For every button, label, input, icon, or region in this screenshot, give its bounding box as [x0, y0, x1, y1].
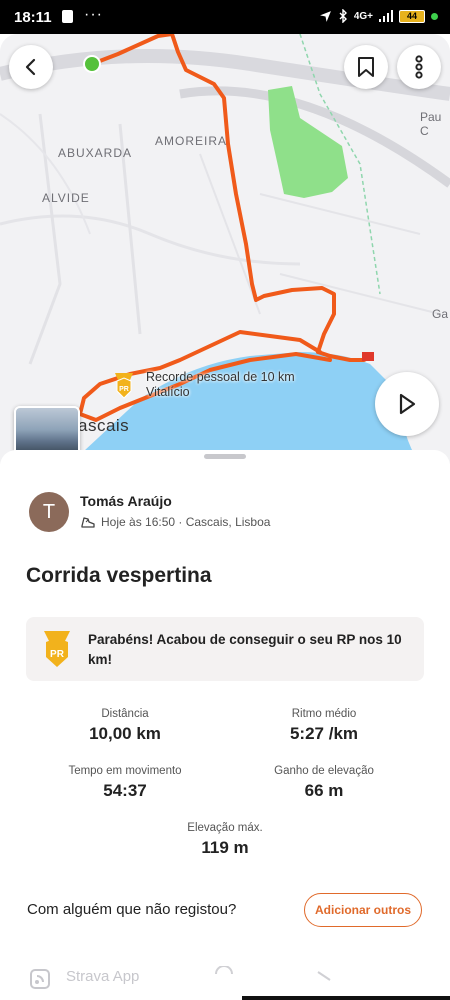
chevron-left-icon — [25, 58, 36, 76]
slash-icon — [317, 971, 331, 981]
status-time: 18:11 — [14, 9, 52, 26]
stat-value: 10,00 km — [89, 724, 161, 743]
map-label-cascais: ascais — [78, 416, 130, 435]
connected-app-icon — [30, 969, 50, 989]
stat-avg-pace: Ritmo médio 5:27 /km — [224, 708, 424, 744]
play-icon — [399, 393, 416, 415]
stat-label: Ganho de elevação — [274, 765, 374, 777]
stat-max-elevation: Elevação máx. 119 m — [125, 822, 325, 858]
map-label-abuxarda: ABUXARDA — [58, 146, 133, 160]
system-home-indicator[interactable] — [242, 996, 450, 1000]
start-marker — [83, 55, 101, 73]
network-type: 4G+ — [353, 10, 373, 22]
route-map[interactable]: AMOREIRA ABUXARDA ALVIDE Pau C Ga ascais… — [0, 34, 450, 464]
pr-achievement-banner[interactable]: PR Parabéns! Acabou de conseguir o seu R… — [26, 617, 424, 681]
unrecorded-partner-prompt: Com alguém que não registou? — [27, 901, 237, 918]
privacy-indicator-dot — [431, 12, 438, 20]
circle-icon — [215, 966, 233, 975]
device-app-name: Strava App — [66, 968, 140, 985]
map-label-ga: Ga — [432, 307, 449, 321]
finish-marker — [362, 352, 374, 361]
pr-map-label-line2: Vitalício — [146, 385, 190, 399]
pr-badge-text: PR — [50, 649, 65, 660]
pr-map-badge-text: PR — [119, 386, 129, 393]
avatar[interactable]: T — [29, 492, 69, 532]
bookmark-icon — [358, 57, 374, 77]
map-label-alvide: ALVIDE — [42, 191, 90, 205]
bottom-footer: Strava App — [0, 966, 450, 1000]
stat-label: Elevação máx. — [187, 822, 263, 834]
stat-moving-time: Tempo em movimento 54:37 — [25, 765, 225, 801]
stat-label: Distância — [101, 708, 149, 720]
stat-distance: Distância 10,00 km — [25, 708, 225, 744]
activity-meta: Hoje às 16:50 · Cascais, Lisboa — [80, 515, 270, 529]
location-arrow-icon — [319, 10, 331, 22]
notification-icon — [62, 10, 73, 23]
sheet-drag-handle[interactable] — [204, 454, 246, 459]
running-shoe-icon — [81, 517, 95, 528]
flyover-play-button[interactable] — [375, 372, 439, 436]
stat-value: 66 m — [304, 781, 344, 800]
pr-banner-text: Parabéns! Acabou de conseguir o seu RP n… — [88, 632, 402, 667]
add-others-button[interactable]: Adicionar outros — [304, 893, 422, 927]
pr-map-label-line1: Recorde pessoal de 10 km — [146, 370, 295, 384]
map-label-pau: Pau C — [420, 110, 442, 138]
athlete-name[interactable]: Tomás Araújo — [80, 493, 172, 509]
pr-map-marker-icon[interactable]: PR — [112, 372, 136, 400]
more-notifications-icon: ··· — [84, 6, 103, 23]
stat-value: 119 m — [201, 838, 249, 857]
stat-label: Ritmo médio — [291, 708, 357, 720]
stat-elevation-gain: Ganho de elevação 66 m — [224, 765, 424, 801]
status-bar: 18:11 ··· 4G+ 44 — [0, 0, 450, 34]
pr-map-label: Recorde pessoal de 10 km Vitalício — [146, 370, 295, 400]
more-vertical-icon — [415, 55, 423, 79]
bluetooth-icon — [339, 9, 347, 23]
activity-details-sheet: T Tomás Araújo Hoje às 16:50 · Cascais, … — [0, 450, 450, 1000]
stat-label: Tempo em movimento — [68, 765, 182, 777]
stat-value: 54:37 — [103, 781, 147, 800]
battery-icon: 44 — [399, 9, 425, 23]
map-label-amoreira: AMOREIRA — [155, 134, 228, 148]
activity-title: Corrida vespertina — [26, 564, 212, 587]
more-options-button[interactable] — [397, 45, 441, 89]
save-route-button[interactable] — [344, 45, 388, 89]
signal-icon — [379, 10, 393, 22]
activity-date-location: Hoje às 16:50 · Cascais, Lisboa — [101, 515, 271, 529]
stat-value: 5:27 /km — [289, 724, 359, 743]
back-button[interactable] — [9, 45, 53, 89]
pr-badge-icon: PR — [44, 631, 70, 667]
